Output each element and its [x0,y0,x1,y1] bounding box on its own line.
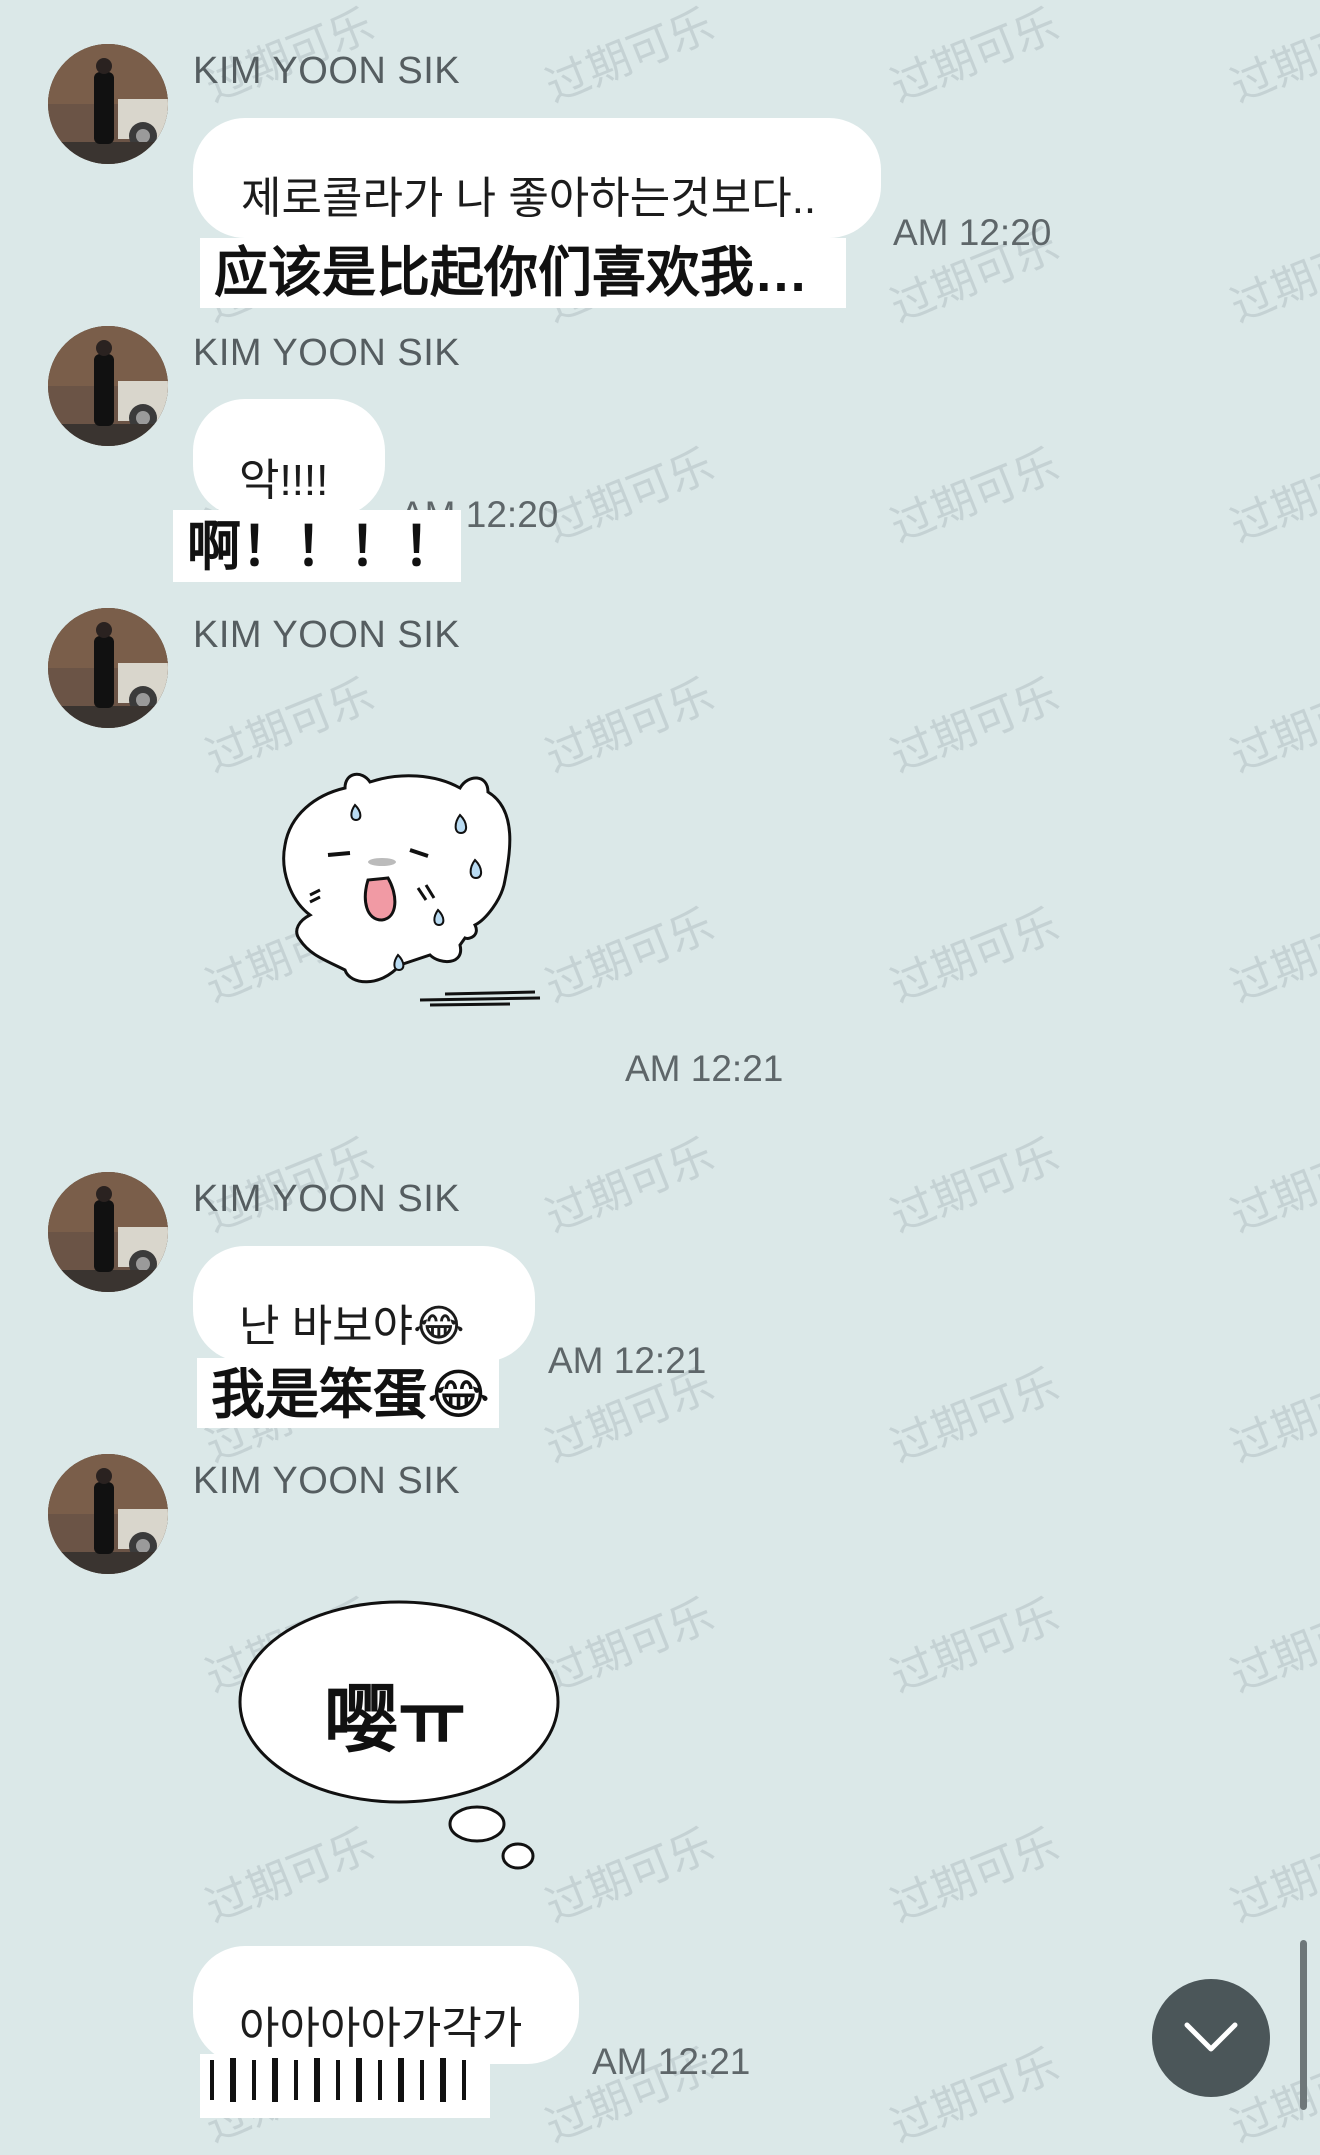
sticker-text: 嘤ㅠ [324,1678,467,1761]
watermark-text: 过期可乐 [883,670,1066,782]
watermark-text: 过期可乐 [538,0,721,112]
sender-name: KIM YOON SIK [193,614,461,656]
watermark-text: 过期可乐 [538,670,721,782]
watermark-text: 过期可乐 [1223,1590,1320,1702]
avatar[interactable] [48,44,168,164]
message-time: AM 12:20 [893,212,1052,253]
watermark-text: 过期可乐 [538,440,721,552]
chat-view[interactable]: 过期可乐 过期可乐 过期可乐 过期可乐 过期可乐 过期可乐 过期可乐 过期可乐 过期可乐 过期可乐… [0,0,1320,2152]
sender-name: KIM YOON SIK [193,1460,461,1502]
avatar[interactable] [48,326,168,446]
avatar-image [48,608,168,728]
sender-name: KIM YOON SIK [193,332,461,374]
avatar[interactable] [48,608,168,728]
speech-cloud-sticker[interactable]: 嘤ㅠ [236,1600,566,1880]
watermark-text: 过期可乐 [883,900,1066,1012]
avatar-image [48,44,168,164]
watermark-text: 过期可乐 [883,2040,1066,2152]
watermark-text: 过期可乐 [538,1130,721,1242]
message-bubble[interactable]: 제로콜라가 나 좋아하는것보다.. [193,118,881,238]
translation-caption: 我是笨蛋😂 [197,1358,499,1428]
watermark-text: 过期可乐 [883,1820,1066,1932]
watermark-text: 过期可乐 [1223,440,1320,552]
sticker-image [282,772,541,1007]
message-bubble[interactable]: 아아아아가각가 [193,1946,579,2064]
message-bubble[interactable]: 난 바보야😂 [193,1246,535,1362]
watermark-text: 过期可乐 [1223,0,1320,112]
watermark-text: 过期可乐 [883,0,1066,112]
message-time: AM 12:21 [548,1340,707,1381]
chevron-down-icon [1184,2022,1238,2052]
watermark-text: 过期可乐 [883,1130,1066,1242]
message-time: AM 12:21 [625,1048,784,1089]
translation-caption-cut [200,2054,490,2118]
translation-caption: 啊！！！！ [173,510,461,582]
watermark-text: 过期可乐 [883,440,1066,552]
watermark-text: 过期可乐 [1223,1820,1320,1932]
watermark-text: 过期可乐 [1223,670,1320,782]
watermark-text: 过期可乐 [1223,1360,1320,1472]
message-text: 아아아아가각가 [239,2004,523,2053]
message-text: 제로콜라가 나 좋아하는것보다.. [241,174,817,223]
sender-name: KIM YOON SIK [193,50,461,92]
avatar-image [48,1172,168,1292]
cut-off-caption-glyphs [210,2058,466,2102]
message-text: 난 바보야😂 [239,1302,465,1351]
avatar[interactable] [48,1454,168,1574]
message-time: AM 12:21 [592,2041,751,2082]
sweating-bear-sticker[interactable] [270,760,560,1030]
watermark-text: 过期可乐 [1223,900,1320,1012]
watermark-text: 过期可乐 [883,1360,1066,1472]
avatar[interactable] [48,1172,168,1292]
scrollbar[interactable] [1300,1940,1307,2110]
watermark-text: 过期可乐 [1223,1130,1320,1242]
translation-caption: 应该是比起你们喜欢我… [200,238,846,308]
avatar-image [48,326,168,446]
message-bubble[interactable]: 악!!!! [193,399,385,517]
watermark-text: 过期可乐 [538,900,721,1012]
avatar-image [48,1454,168,1574]
scroll-to-bottom-button[interactable] [1152,1979,1270,2097]
message-text: 악!!!! [239,456,329,505]
sender-name: KIM YOON SIK [193,1178,461,1220]
watermark-text: 过期可乐 [883,1590,1066,1702]
watermark-text: 过期可乐 [1223,220,1320,332]
